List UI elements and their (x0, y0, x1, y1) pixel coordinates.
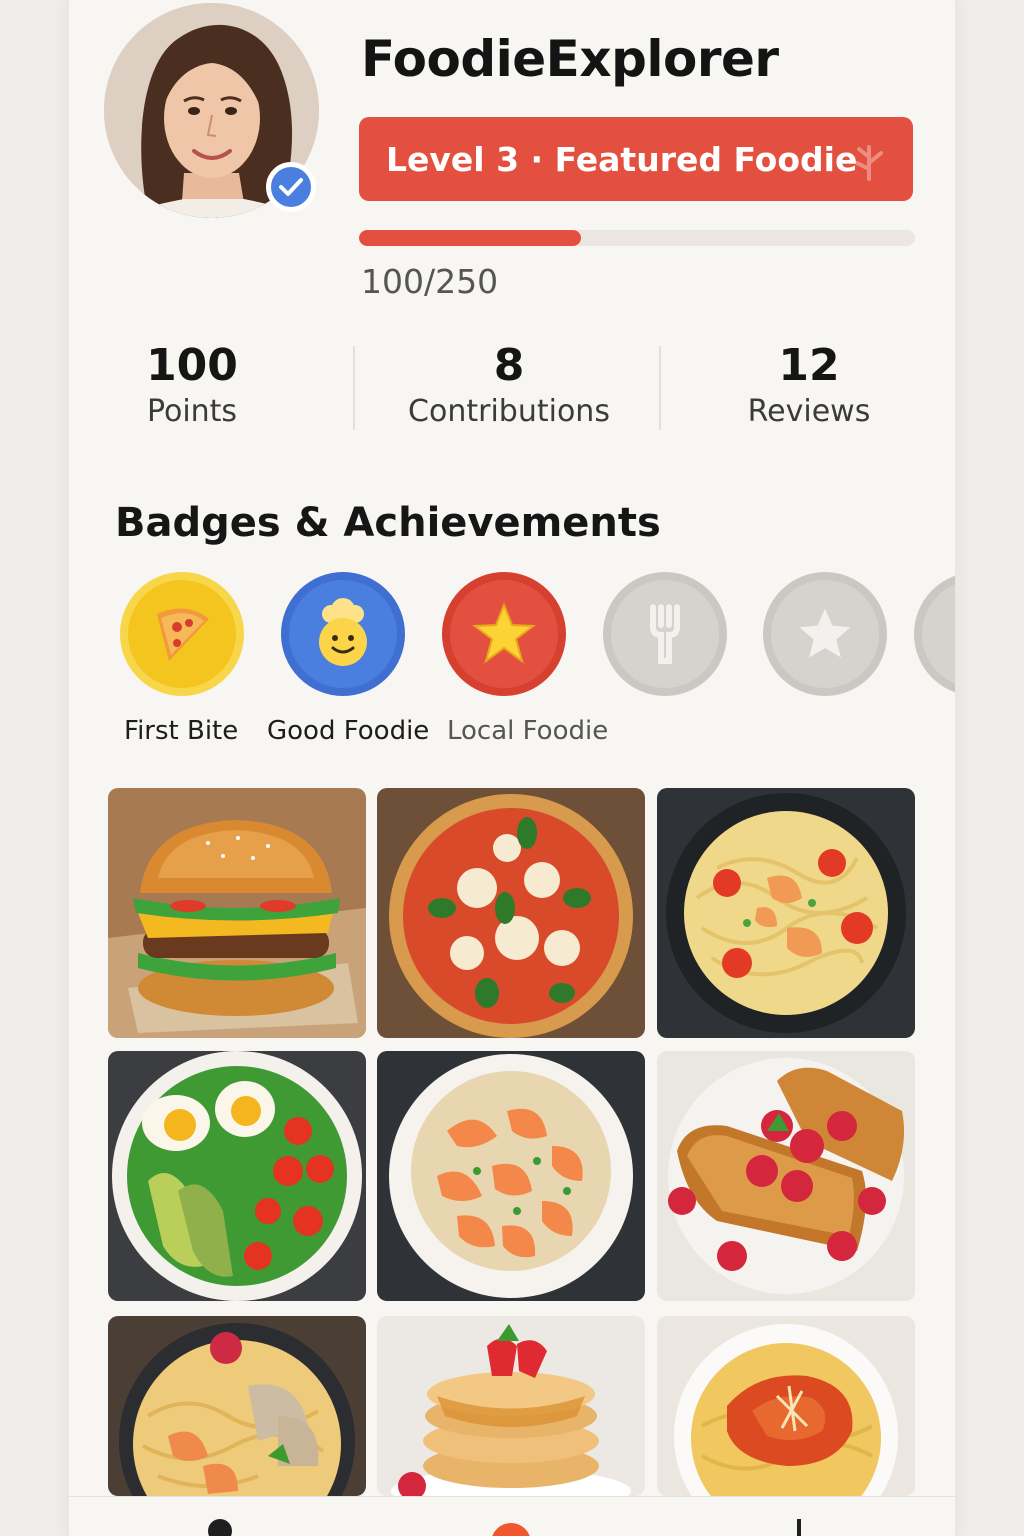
more-nav-icon[interactable] (797, 1519, 803, 1536)
level-progress-fill (359, 230, 582, 246)
profile-nav-icon[interactable] (205, 1519, 235, 1536)
shrimp-noodles-photo (657, 788, 915, 1038)
burger-photo (108, 788, 366, 1038)
photo-tile-pizza[interactable] (377, 788, 645, 1038)
level-progress-bar (359, 230, 915, 246)
badge-locked-partial[interactable] (914, 572, 955, 696)
badge-good-foodie[interactable] (281, 572, 405, 696)
star-icon (799, 608, 851, 658)
stat-contributions[interactable]: 8 Contributions (389, 340, 629, 429)
fork-icon (650, 604, 680, 664)
french-toast-raspberries-photo (657, 1051, 915, 1301)
badge-locked-fork[interactable] (603, 572, 727, 696)
avatar-container[interactable] (104, 3, 319, 218)
badge-label: Good Foodie (267, 716, 430, 746)
stat-value: 100 (146, 340, 238, 391)
stat-divider (659, 346, 661, 430)
photo-tile-french-toast[interactable] (657, 1051, 915, 1301)
photo-tile-shrimp-bowl[interactable] (377, 1051, 645, 1301)
pizza-slice-icon (157, 608, 209, 661)
chef-smiley-icon (319, 598, 367, 666)
stat-reviews[interactable]: 12 Reviews (729, 340, 889, 429)
username: FoodieExplorer (361, 30, 779, 88)
stat-points[interactable]: 100 Points (117, 340, 267, 429)
shrimp-ramen-photo (108, 1316, 366, 1496)
photo-tile-salad[interactable] (108, 1051, 366, 1301)
badge-first-bite[interactable] (120, 572, 244, 696)
star-icon (472, 602, 536, 664)
home-nav-icon[interactable] (490, 1523, 532, 1536)
photo-tile-shrimp-noodles[interactable] (657, 788, 915, 1038)
bottom-navigation (69, 1496, 955, 1536)
herb-sprig-icon (855, 145, 883, 181)
photo-tile-shrimp-ramen[interactable] (108, 1316, 366, 1496)
stat-divider (353, 346, 355, 430)
level-badge[interactable]: Level 3 · Featured Foodie (359, 117, 913, 201)
photo-tile-burger[interactable] (108, 788, 366, 1038)
photo-tile-pancakes[interactable] (377, 1316, 645, 1496)
badge-local-foodie[interactable] (442, 572, 566, 696)
egg-avocado-salad-photo (108, 1051, 366, 1301)
level-label: Level 3 · Featured Foodie (386, 139, 858, 179)
badges-section-title: Badges & Achievements (115, 500, 661, 546)
stat-value: 12 (778, 340, 840, 391)
pizza-photo (377, 788, 645, 1038)
shrimp-bowl-photo (377, 1051, 645, 1301)
stat-label: Reviews (747, 394, 871, 429)
pancakes-strawberry-photo (377, 1316, 645, 1496)
stat-label: Points (146, 394, 238, 429)
spaghetti-photo (657, 1316, 915, 1496)
badge-locked-star[interactable] (763, 572, 887, 696)
profile-screen: FoodieExplorer Level 3 · Featured Foodie… (69, 0, 955, 1536)
badge-label: Local Foodie (447, 716, 609, 746)
stat-value: 8 (493, 340, 525, 391)
photo-tile-spaghetti[interactable] (657, 1316, 915, 1496)
level-progress-text: 100/250 (361, 262, 499, 301)
verified-badge-icon (266, 162, 316, 212)
stat-label: Contributions (408, 394, 610, 429)
badge-label: First Bite (124, 716, 239, 746)
